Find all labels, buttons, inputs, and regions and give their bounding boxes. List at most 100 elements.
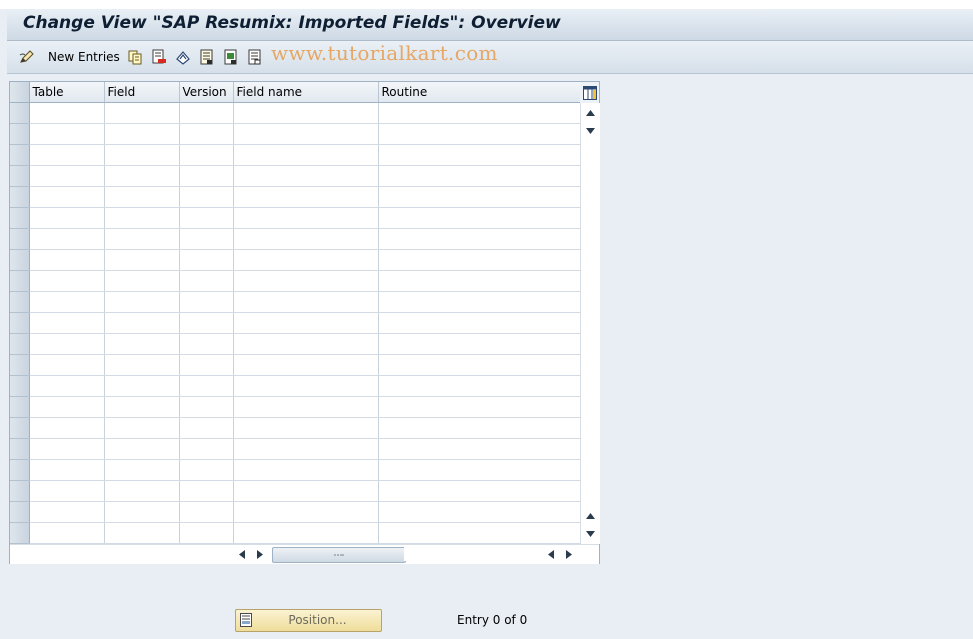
cell-field[interactable]: [104, 144, 180, 166]
cell-version[interactable]: [179, 480, 234, 502]
cell-routine[interactable]: [378, 291, 581, 313]
cell-routine[interactable]: [378, 249, 581, 271]
scroll-up-button[interactable]: [581, 105, 600, 121]
scroll-left-button[interactable]: [235, 547, 249, 561]
cell-field-name[interactable]: [233, 375, 379, 397]
cell-version[interactable]: [179, 417, 234, 439]
cell-field[interactable]: [104, 354, 180, 376]
cell-routine[interactable]: [378, 333, 581, 355]
cell-routine[interactable]: [378, 354, 581, 376]
cell-field-name[interactable]: [233, 186, 379, 208]
cell-field-name[interactable]: [233, 480, 379, 502]
cell-table[interactable]: [29, 123, 105, 145]
horizontal-scroll-thumb[interactable]: [272, 547, 406, 563]
row-selector[interactable]: [10, 312, 30, 334]
cell-version[interactable]: [179, 165, 234, 187]
cell-field[interactable]: [104, 480, 180, 502]
cell-table[interactable]: [29, 354, 105, 376]
scroll-down-button[interactable]: [581, 123, 600, 139]
new-entries-button[interactable]: New Entries: [48, 47, 120, 67]
deselect-all-button[interactable]: [247, 47, 263, 67]
cell-routine[interactable]: [378, 417, 581, 439]
cell-field[interactable]: [104, 522, 180, 544]
cell-field[interactable]: [104, 312, 180, 334]
cell-field-name[interactable]: [233, 270, 379, 292]
cell-version[interactable]: [179, 333, 234, 355]
cell-version[interactable]: [179, 522, 234, 544]
cell-field[interactable]: [104, 270, 180, 292]
cell-version[interactable]: [179, 501, 234, 523]
row-selector[interactable]: [10, 354, 30, 376]
row-selector[interactable]: [10, 123, 30, 145]
cell-field[interactable]: [104, 291, 180, 313]
cell-field-name[interactable]: [233, 123, 379, 145]
cell-table[interactable]: [29, 186, 105, 208]
row-selector[interactable]: [10, 375, 30, 397]
cell-table[interactable]: [29, 270, 105, 292]
column-header-version[interactable]: Version: [179, 82, 234, 103]
column-header-routine[interactable]: Routine: [378, 82, 581, 103]
cell-version[interactable]: [179, 186, 234, 208]
cell-table[interactable]: [29, 291, 105, 313]
horizontal-scrollbar[interactable]: [10, 544, 599, 564]
cell-table[interactable]: [29, 522, 105, 544]
cell-table[interactable]: [29, 165, 105, 187]
cell-version[interactable]: [179, 144, 234, 166]
cell-version[interactable]: [179, 291, 234, 313]
cell-field-name[interactable]: [233, 249, 379, 271]
scroll-page-down-button[interactable]: [581, 526, 600, 542]
edit-pen-button[interactable]: [19, 47, 35, 67]
row-selector[interactable]: [10, 417, 30, 439]
row-selector[interactable]: [10, 102, 30, 124]
cell-table[interactable]: [29, 144, 105, 166]
cell-field[interactable]: [104, 186, 180, 208]
row-selector[interactable]: [10, 522, 30, 544]
cell-field[interactable]: [104, 102, 180, 124]
cell-table[interactable]: [29, 333, 105, 355]
cell-table[interactable]: [29, 501, 105, 523]
cell-routine[interactable]: [378, 207, 581, 229]
row-selector[interactable]: [10, 291, 30, 313]
cell-field[interactable]: [104, 123, 180, 145]
cell-field[interactable]: [104, 438, 180, 460]
cell-field-name[interactable]: [233, 333, 379, 355]
cell-version[interactable]: [179, 228, 234, 250]
select-all-rows-cell[interactable]: [10, 82, 30, 103]
undo-button[interactable]: [175, 47, 191, 67]
select-all-button[interactable]: [199, 47, 215, 67]
cell-field-name[interactable]: [233, 207, 379, 229]
cell-field-name[interactable]: [233, 228, 379, 250]
cell-routine[interactable]: [378, 270, 581, 292]
row-selector[interactable]: [10, 459, 30, 481]
cell-routine[interactable]: [378, 144, 581, 166]
cell-field[interactable]: [104, 459, 180, 481]
cell-routine[interactable]: [378, 123, 581, 145]
cell-field[interactable]: [104, 165, 180, 187]
cell-field[interactable]: [104, 501, 180, 523]
cell-routine[interactable]: [378, 375, 581, 397]
cell-table[interactable]: [29, 396, 105, 418]
cell-field[interactable]: [104, 375, 180, 397]
cell-version[interactable]: [179, 102, 234, 124]
cell-field[interactable]: [104, 228, 180, 250]
row-selector[interactable]: [10, 438, 30, 460]
row-selector[interactable]: [10, 186, 30, 208]
cell-table[interactable]: [29, 102, 105, 124]
row-selector[interactable]: [10, 228, 30, 250]
cell-table[interactable]: [29, 375, 105, 397]
cell-field-name[interactable]: [233, 354, 379, 376]
row-selector[interactable]: [10, 333, 30, 355]
cell-field-name[interactable]: [233, 417, 379, 439]
cell-routine[interactable]: [378, 228, 581, 250]
row-selector[interactable]: [10, 480, 30, 502]
row-selector[interactable]: [10, 249, 30, 271]
cell-field-name[interactable]: [233, 102, 379, 124]
cell-version[interactable]: [179, 312, 234, 334]
cell-routine[interactable]: [378, 480, 581, 502]
cell-table[interactable]: [29, 207, 105, 229]
horizontal-scroll-track[interactable]: [404, 547, 542, 561]
scroll-page-up-button[interactable]: [581, 508, 600, 524]
cell-field-name[interactable]: [233, 459, 379, 481]
cell-version[interactable]: [179, 207, 234, 229]
cell-version[interactable]: [179, 354, 234, 376]
